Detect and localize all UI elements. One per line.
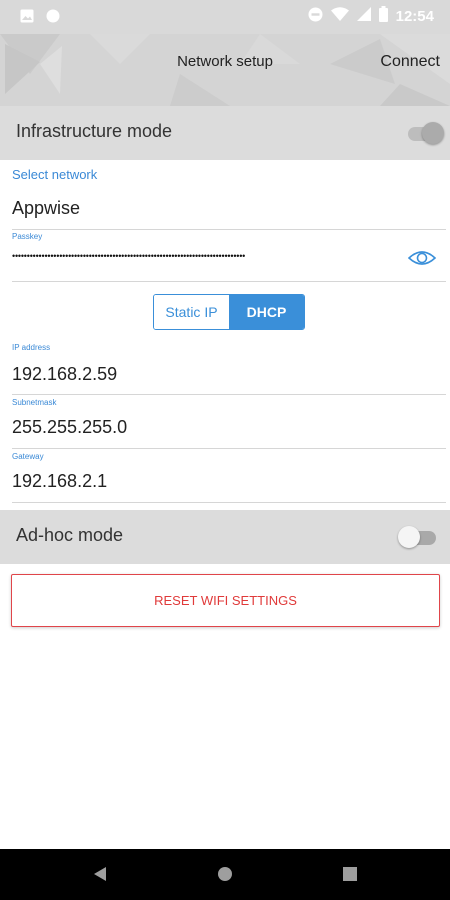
adhoc-mode-switch[interactable] [398,526,440,548]
status-bar: 12:54 [0,0,450,34]
static-ip-option[interactable]: Static IP [154,295,229,329]
ip-address-value[interactable]: 192.168.2.59 [12,364,117,385]
subnet-mask-label: Subnetmask [12,398,57,407]
navigation-bar [0,849,450,900]
infrastructure-mode-switch[interactable] [402,122,444,144]
passkey-field[interactable]: Passkey ••••••••••••••••••••••••••••••••… [12,230,446,282]
subnet-mask-field[interactable]: Subnetmask 255.255.255.0 [12,395,446,449]
home-icon[interactable] [217,866,233,887]
connect-button[interactable]: Connect [380,53,440,71]
show-password-eye-icon[interactable] [407,249,437,272]
app-bar: Network setup Connect [0,34,450,106]
gateway-value[interactable]: 192.168.2.1 [12,471,107,492]
ip-address-field[interactable]: IP address 192.168.2.59 [12,340,446,395]
adhoc-mode-label: Ad-hoc mode [16,525,124,545]
subnet-mask-value[interactable]: 255.255.255.0 [12,417,127,438]
circle-icon [46,9,60,28]
ip-mode-toggle[interactable]: Static IP DHCP [153,294,305,330]
back-icon[interactable] [93,866,107,887]
passkey-input[interactable]: ••••••••••••••••••••••••••••••••••••••••… [12,251,408,261]
signal-icon [356,7,371,26]
reset-wifi-settings-button[interactable]: RESET WIFI SETTINGS [11,574,440,627]
battery-icon [378,6,388,27]
dhcp-option[interactable]: DHCP [229,295,304,329]
status-time: 12:54 [395,8,434,25]
recents-icon[interactable] [343,867,357,886]
wifi-icon [330,7,349,26]
network-select-field[interactable]: Appwise [12,190,446,230]
switch-thumb [398,526,420,548]
infrastructure-mode-row[interactable]: Infrastructure mode [0,106,450,160]
adhoc-mode-row[interactable]: Ad-hoc mode [0,510,450,564]
ip-address-label: IP address [12,343,51,352]
passkey-label: Passkey [12,232,43,241]
switch-thumb [422,122,444,144]
select-network-label[interactable]: Select network [12,167,97,182]
gateway-field[interactable]: Gateway 192.168.2.1 [12,449,446,503]
infrastructure-mode-label: Infrastructure mode [16,121,173,141]
gateway-label: Gateway [12,452,44,461]
do-not-disturb-icon [308,7,323,27]
image-icon [20,9,34,28]
network-ssid-value: Appwise [12,198,81,218]
